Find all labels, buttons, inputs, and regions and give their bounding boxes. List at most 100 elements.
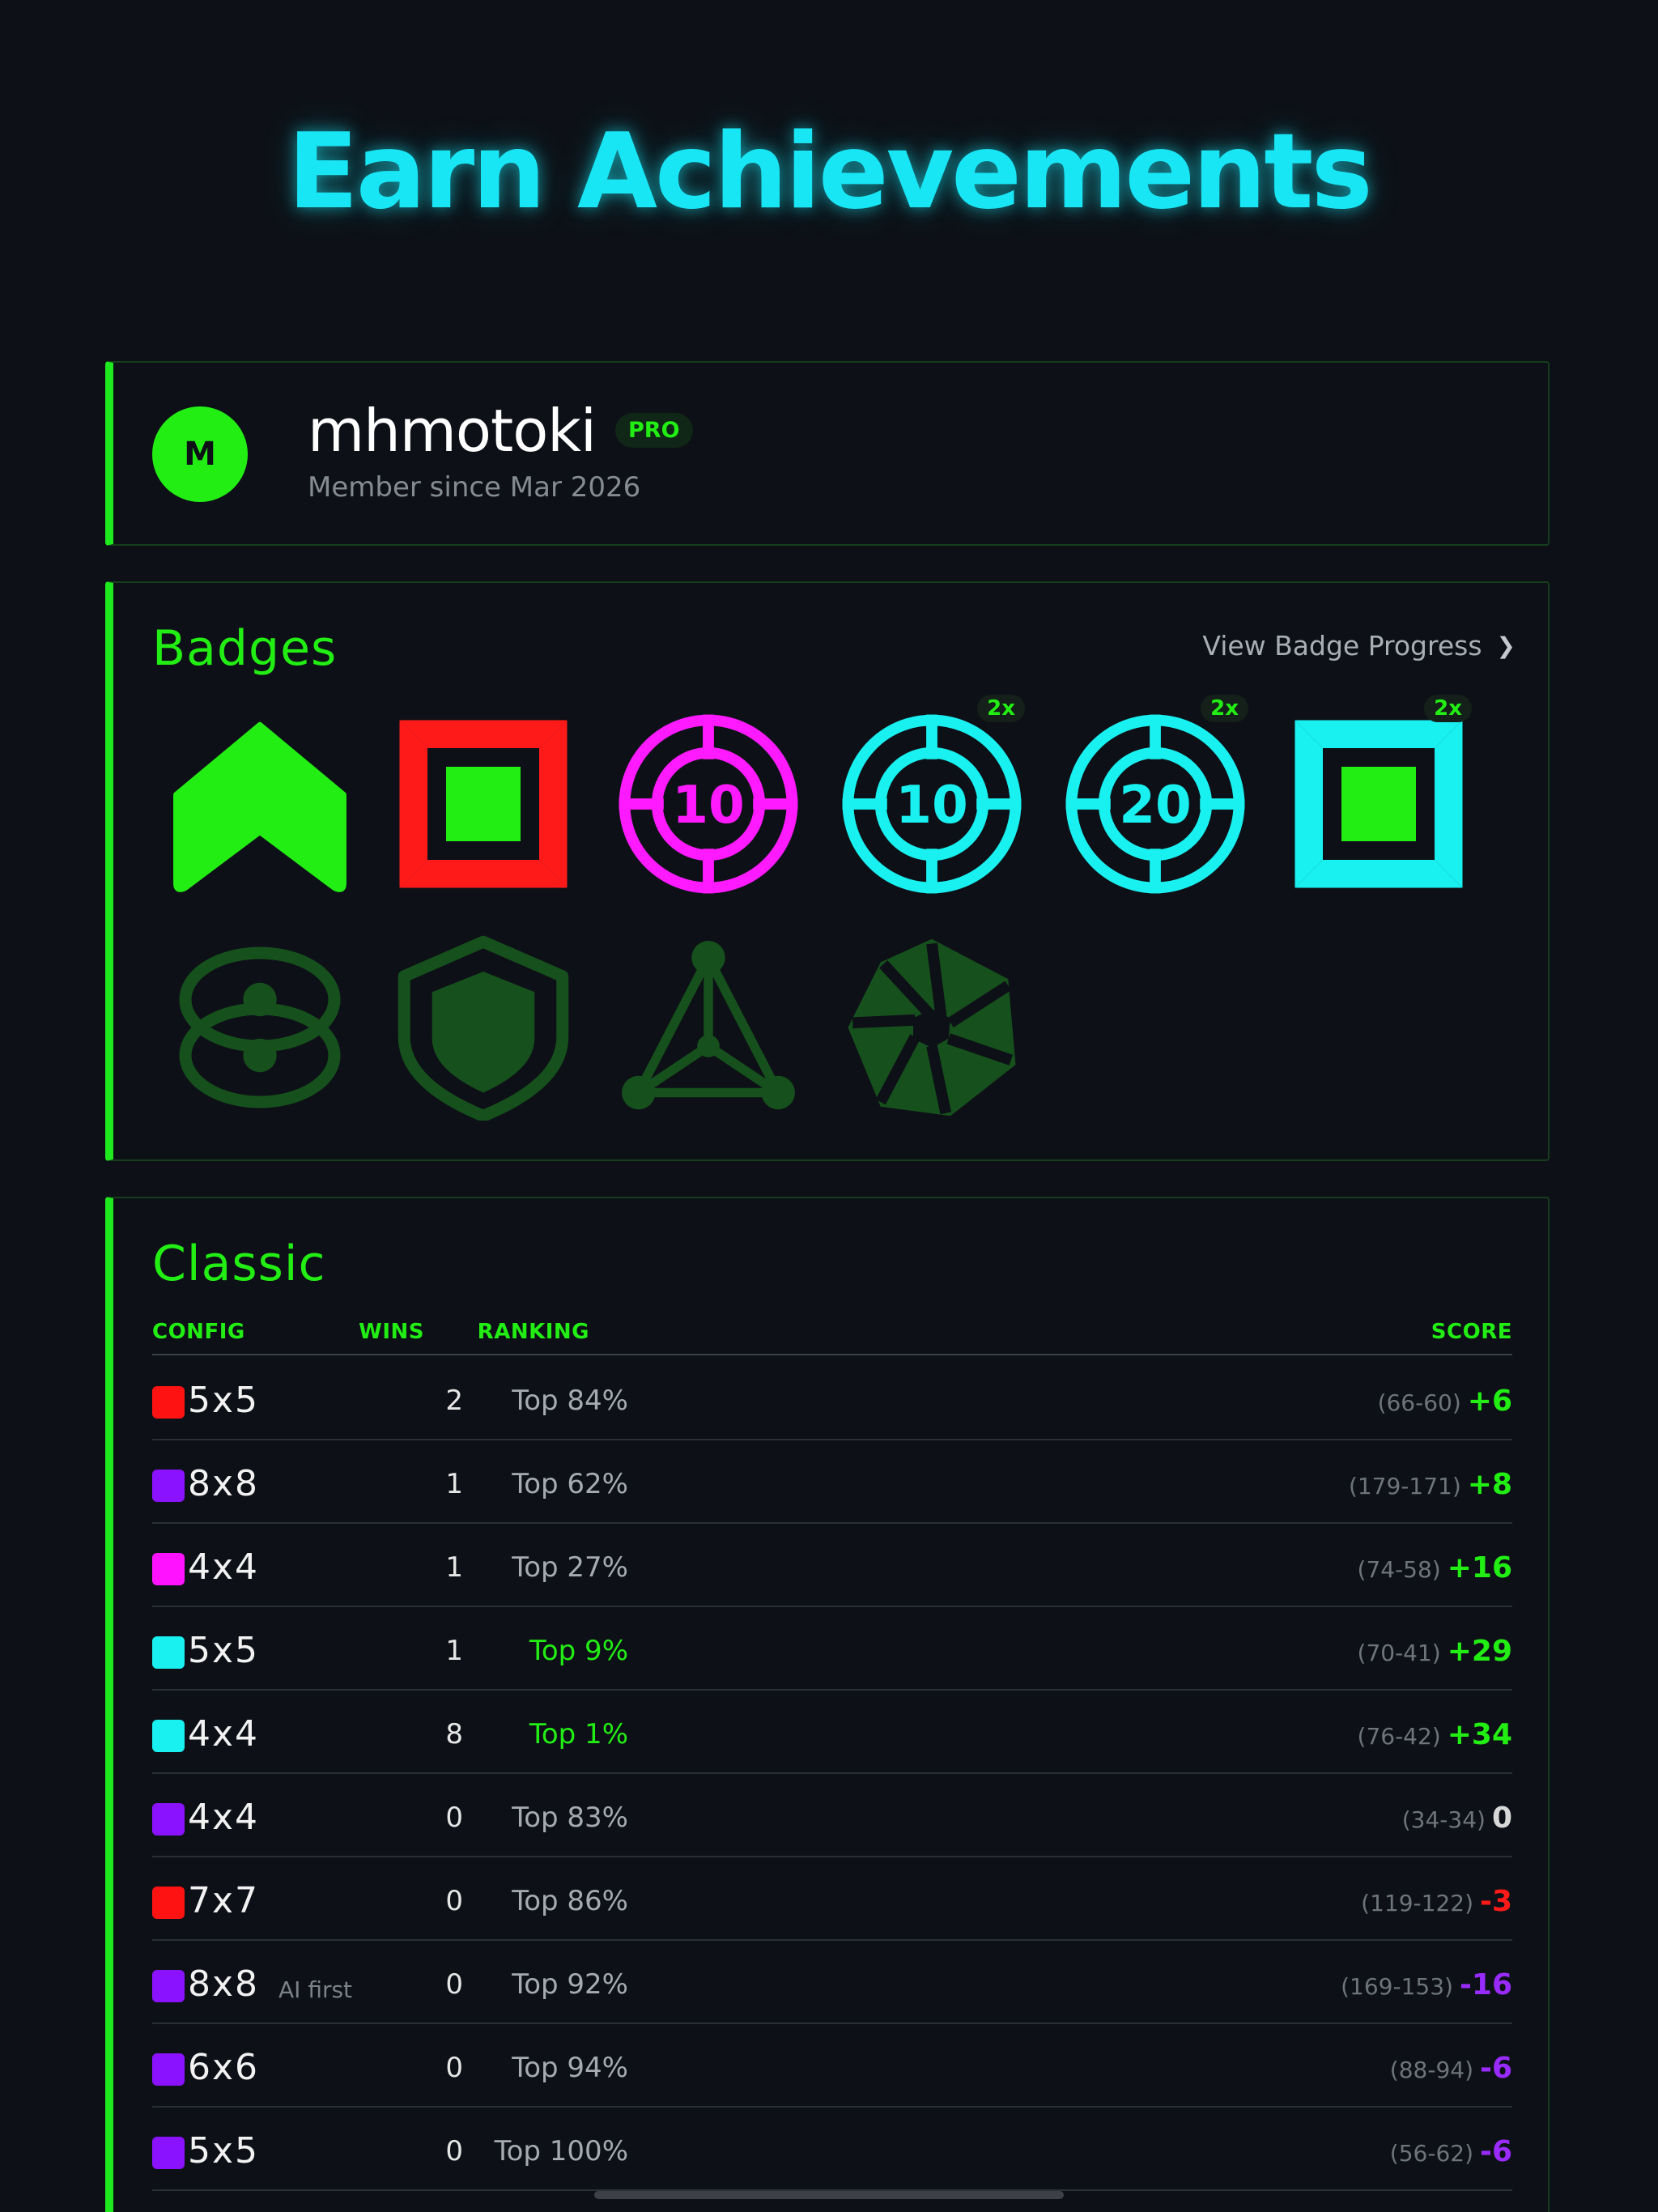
table-row[interactable]: 8x8 AI first 0 Top 92% (169-153) -16 <box>152 1939 1512 2024</box>
config-label: 6x6 <box>188 2047 260 2088</box>
view-badge-progress-link[interactable]: View Badge Progress ❯ <box>1202 630 1516 661</box>
config-label: 5x5 <box>188 1380 260 1421</box>
config-color-swatch <box>152 1887 185 1919</box>
config-color-swatch <box>152 1553 185 1585</box>
score-delta: +6 <box>1467 1385 1512 1418</box>
score-range: (34-34) <box>1401 1806 1486 1833</box>
score-cell: (88-94) -6 <box>1390 2052 1512 2085</box>
table-row[interactable]: 6x6 0 Top 94% (88-94) -6 <box>152 2023 1512 2108</box>
network-triangle-badge-icon[interactable] <box>615 934 801 1121</box>
config-color-swatch <box>152 2137 185 2169</box>
score-range: (56-62) <box>1389 2140 1473 2167</box>
score-delta: +34 <box>1447 1718 1512 1751</box>
classic-card: Classic CONFIG WINS RANKING SCORE 5x5 2 … <box>105 1197 1550 2212</box>
config-color-swatch <box>152 1386 185 1419</box>
home-indicator[interactable] <box>594 2191 1064 2199</box>
badges-title: Badges <box>152 620 338 677</box>
badge-multiplier: 2x <box>1424 695 1472 722</box>
score-range: (70-41) <box>1357 1640 1441 1666</box>
score-range: (76-42) <box>1357 1723 1441 1750</box>
config-label: 8x8 <box>188 1963 260 2005</box>
score-delta: -16 <box>1459 1968 1512 2001</box>
target-badge-icon[interactable]: 10 <box>615 711 801 897</box>
table-row[interactable]: 4x4 1 Top 27% (74-58) +16 <box>152 1522 1512 1607</box>
table-row[interactable]: 4x4 0 Top 83% (34-34) 0 <box>152 1772 1512 1857</box>
score-cell: (179-171) +8 <box>1349 1468 1512 1501</box>
linked-rings-badge-icon[interactable] <box>167 934 353 1121</box>
column-header-config[interactable]: CONFIG <box>152 1320 245 1344</box>
config-color-swatch <box>152 2053 185 2086</box>
svg-text:10: 10 <box>895 775 968 836</box>
table-row[interactable]: 5x5 1 Top 9% (70-41) +29 <box>152 1606 1512 1691</box>
achievements-page: Earn Achievements M mhmotoki PRO Member … <box>0 0 1658 2212</box>
table-row[interactable]: 5x5 0 Top 100% (56-62) -6 <box>152 2106 1512 2191</box>
config-label: 4x4 <box>188 1797 260 1838</box>
score-cell: (74-58) +16 <box>1358 1551 1512 1585</box>
target-badge-icon[interactable]: 10 2x <box>839 695 1025 897</box>
score-cell: (119-122) -3 <box>1361 1885 1512 1918</box>
config-color-swatch <box>152 1636 185 1669</box>
ranking-value: Top 1% <box>529 1718 628 1750</box>
ranking-value: Top 9% <box>529 1635 628 1667</box>
ranking-value: Top 86% <box>512 1885 628 1917</box>
ranking-value: Top 100% <box>494 2135 628 2167</box>
table-row[interactable]: 7x7 0 Top 86% (119-122) -3 <box>152 1856 1512 1941</box>
wins-value: 0 <box>445 1885 463 1917</box>
ranking-value: Top 92% <box>512 1968 628 2001</box>
svg-text:10: 10 <box>672 775 745 836</box>
square-frame-badge-icon[interactable]: 2x <box>1286 695 1472 897</box>
wins-value: 0 <box>445 2135 463 2167</box>
aperture-badge-icon[interactable] <box>839 934 1025 1121</box>
column-header-score[interactable]: SCORE <box>1431 1320 1512 1344</box>
wins-value: 1 <box>445 1635 463 1667</box>
config-color-swatch <box>152 1470 185 1502</box>
wins-value: 0 <box>445 2052 463 2084</box>
score-cell: (70-41) +29 <box>1358 1635 1512 1668</box>
ranking-value: Top 27% <box>512 1551 628 1584</box>
square-frame-badge-icon[interactable] <box>390 711 576 897</box>
profile-card: M mhmotoki PRO Member since Mar 2026 <box>105 361 1550 546</box>
ranking-value: Top 62% <box>512 1468 628 1500</box>
ranking-value: Top 83% <box>512 1802 628 1834</box>
config-label: 4x4 <box>188 1546 260 1588</box>
score-cell: (34-34) 0 <box>1402 1802 1512 1835</box>
config-color-swatch <box>152 1720 185 1752</box>
score-delta: +16 <box>1447 1551 1512 1585</box>
config-label: 8x8 <box>188 1463 260 1504</box>
score-range: (119-122) <box>1361 1890 1473 1916</box>
pro-badge: PRO <box>615 413 693 448</box>
wins-value: 1 <box>445 1468 463 1500</box>
badges-card: Badges View Badge Progress ❯ 10 10 2x 20… <box>105 581 1550 1161</box>
avatar[interactable]: M <box>152 406 248 502</box>
column-header-wins[interactable]: WINS <box>275 1320 424 1344</box>
score-cell: (169-153) -16 <box>1341 1968 1512 2001</box>
svg-text:20: 20 <box>1119 775 1192 836</box>
chevron-right-icon: ❯ <box>1496 632 1516 659</box>
score-range: (88-94) <box>1389 2057 1473 2083</box>
wins-value: 1 <box>445 1551 463 1584</box>
classic-title: Classic <box>152 1236 326 1292</box>
config-label: 5x5 <box>188 2130 260 2172</box>
username: mhmotoki <box>308 397 597 465</box>
ranking-value: Top 84% <box>512 1385 628 1417</box>
target-badge-icon[interactable]: 20 2x <box>1062 695 1248 897</box>
score-range: (169-153) <box>1341 1973 1453 2000</box>
column-header-ranking[interactable]: RANKING <box>437 1320 589 1344</box>
config-label: 7x7 <box>188 1880 260 1921</box>
wins-value: 2 <box>445 1385 463 1417</box>
badge-multiplier: 2x <box>1201 695 1248 722</box>
shield-badge-icon[interactable] <box>390 934 576 1121</box>
score-range: (66-60) <box>1377 1389 1461 1416</box>
table-row[interactable]: 8x8 1 Top 62% (179-171) +8 <box>152 1439 1512 1524</box>
wins-value: 0 <box>445 1968 463 2001</box>
table-row[interactable]: 5x5 2 Top 84% (66-60) +6 <box>152 1355 1512 1440</box>
score-delta: 0 <box>1491 1802 1512 1835</box>
member-since: Member since Mar 2026 <box>308 471 641 504</box>
view-badge-progress-label: View Badge Progress <box>1202 630 1482 661</box>
score-range: (74-58) <box>1357 1556 1441 1583</box>
wins-value: 8 <box>445 1718 463 1750</box>
wins-value: 0 <box>445 1802 463 1834</box>
table-row[interactable]: 4x4 8 Top 1% (76-42) +34 <box>152 1689 1512 1774</box>
chevron-up-badge-icon[interactable] <box>167 711 353 897</box>
score-delta: -6 <box>1480 2135 1512 2168</box>
